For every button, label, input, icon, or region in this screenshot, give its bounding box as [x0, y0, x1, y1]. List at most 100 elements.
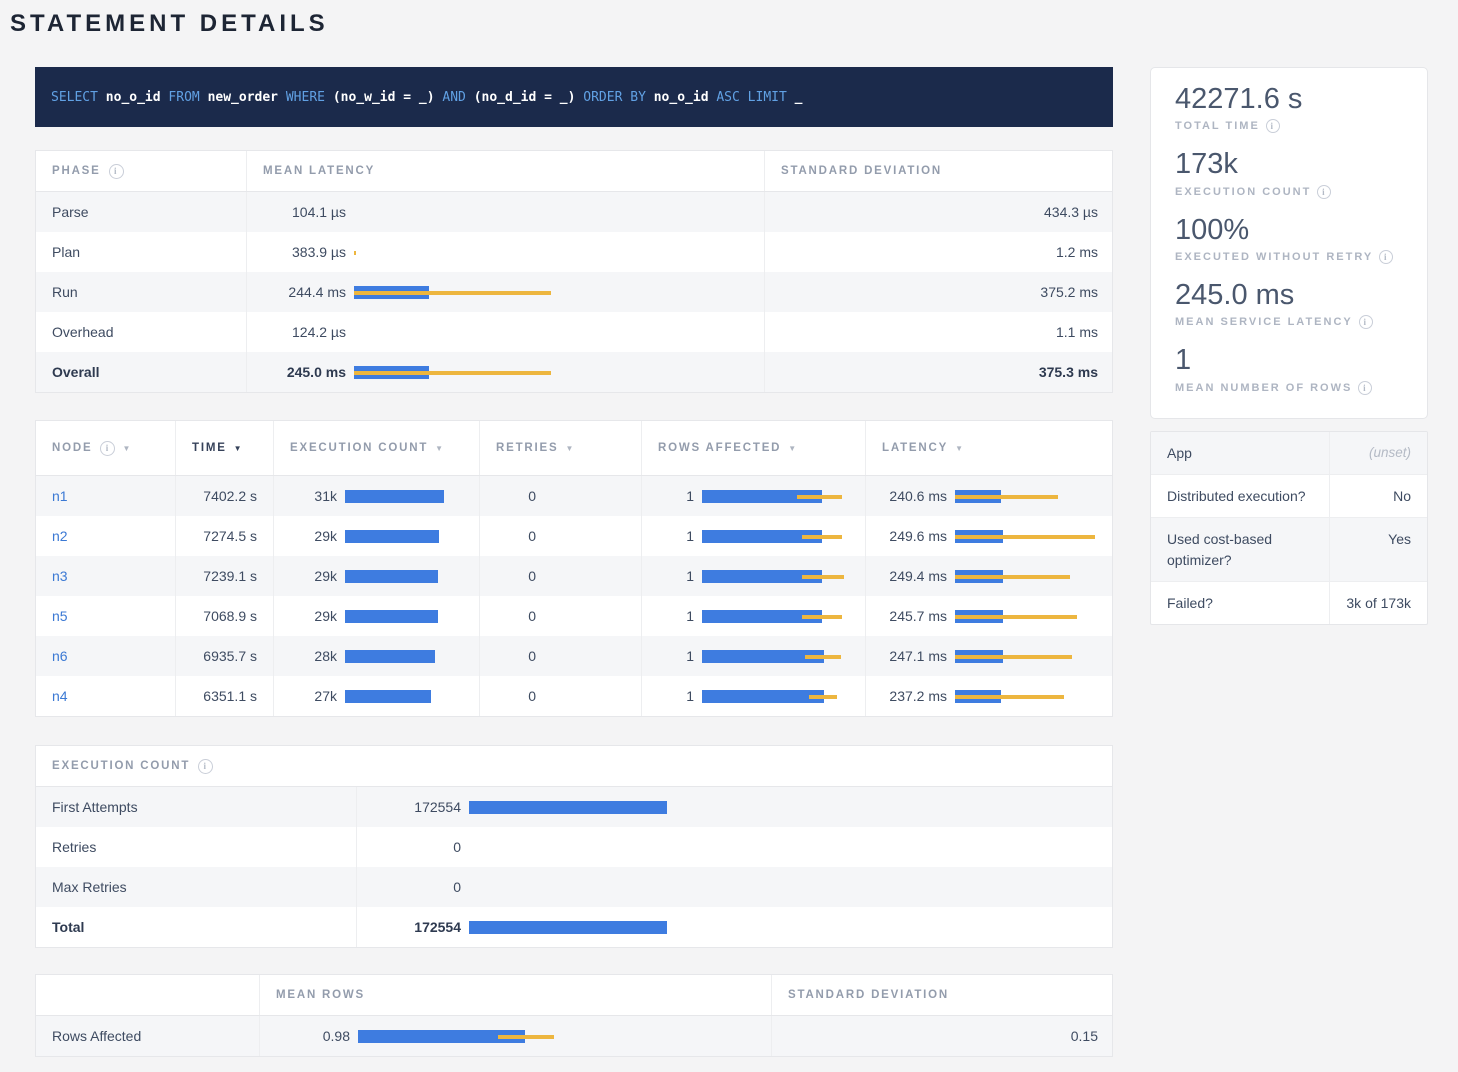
info-icon[interactable]: i — [1379, 250, 1393, 264]
info-icon[interactable]: i — [100, 441, 115, 456]
stddev-header-label: STANDARD DEVIATION — [781, 165, 942, 177]
stddev-header-cell: STANDARD DEVIATION — [771, 975, 1114, 1015]
rows-affected-value: 1 — [658, 648, 694, 664]
layout: SELECT no_o_id FROM new_order WHERE (no_… — [35, 67, 1458, 1057]
stat-execution-count: 173k EXECUTION COUNTi — [1175, 148, 1403, 198]
rows-affected-bar — [702, 649, 855, 663]
execution-count-column-header[interactable]: EXECUTION COUNT▼ — [273, 421, 479, 475]
node-column-header[interactable]: NODEi▼ — [36, 421, 175, 475]
time-column-header[interactable]: TIME▼ — [175, 421, 273, 475]
sql-token: new_order — [208, 90, 286, 105]
info-icon[interactable]: i — [1358, 381, 1372, 395]
node-table-header: NODEi▼ TIME▼ EXECUTION COUNT▼ RETRIES▼ R… — [36, 421, 1112, 476]
phase-header-label: PHASE — [52, 165, 101, 177]
sql-token: ASC LIMIT — [716, 90, 794, 105]
stat-mean-number-of-rows: 1 MEAN NUMBER OF ROWSi — [1175, 344, 1403, 394]
rows-affected-column-header[interactable]: ROWS AFFECTED▼ — [641, 421, 865, 475]
stat-mean-service-latency: 245.0 ms MEAN SERVICE LATENCYi — [1175, 279, 1403, 329]
exec-row-label: Retries — [36, 827, 356, 867]
latency-bar — [955, 529, 1104, 543]
node-link[interactable]: n2 — [52, 528, 68, 544]
execution-count-title: EXECUTION COUNT — [52, 760, 190, 772]
exec-row-label: Total — [36, 907, 356, 947]
latency-bar — [354, 365, 748, 379]
execution-count-value: 31k — [290, 488, 337, 504]
stddev-value: 1.2 ms — [764, 232, 1114, 272]
node-link[interactable]: n6 — [52, 648, 68, 664]
mean-latency-value: 244.4 ms — [263, 284, 346, 300]
mean-rows-value: 0.98 — [276, 1028, 350, 1044]
attribute-value: No — [1329, 475, 1427, 517]
node-link[interactable]: n1 — [52, 488, 68, 504]
rows-affected-value: 1 — [658, 488, 694, 504]
exec-row-value: 0 — [373, 879, 461, 895]
exec-row-value: 172554 — [373, 799, 461, 815]
retries-column-header[interactable]: RETRIES▼ — [479, 421, 641, 475]
latency-bar — [955, 489, 1104, 503]
table-row: n5 7068.9 s 29k 0 1 245.7 ms — [36, 596, 1112, 636]
node-link[interactable]: n3 — [52, 568, 68, 584]
rows-affected-bar — [702, 609, 855, 623]
table-row: Plan 383.9 µs 1.2 ms — [36, 232, 1112, 272]
stat-label: EXECUTED WITHOUT RETRYi — [1175, 250, 1403, 264]
phase-name: Run — [36, 272, 246, 312]
sort-arrow-icon: ▼ — [435, 444, 445, 453]
attribute-value: 3k of 173k — [1329, 582, 1427, 624]
rows-affected-table-header: MEAN ROWS STANDARD DEVIATION — [36, 975, 1112, 1016]
table-row: Run 244.4 ms 375.2 ms — [36, 272, 1112, 312]
sort-arrow-icon: ▼ — [122, 444, 132, 453]
rows-affected-value: 1 — [658, 688, 694, 704]
table-row: n3 7239.1 s 29k 0 1 249.4 ms — [36, 556, 1112, 596]
info-icon[interactable]: i — [1359, 315, 1373, 329]
attribute-label: App — [1151, 432, 1329, 474]
execution-count-bar — [345, 489, 469, 503]
sort-arrow-icon: ▼ — [234, 444, 244, 453]
stat-value: 245.0 ms — [1175, 279, 1403, 312]
latency-value: 249.6 ms — [866, 528, 947, 544]
rows-affected-bar — [702, 569, 855, 583]
phase-name: Plan — [36, 232, 246, 272]
empty-header-cell — [36, 975, 259, 1015]
stat-label: MEAN NUMBER OF ROWSi — [1175, 381, 1403, 395]
attribute-row-failed: Failed? 3k of 173k — [1151, 581, 1427, 624]
summary-stats-card: 42271.6 s TOTAL TIMEi 173k EXECUTION COU… — [1150, 67, 1428, 419]
execution-count-table: EXECUTION COUNT i First Attempts 172554 R… — [35, 745, 1113, 948]
sql-token: FROM — [168, 90, 207, 105]
sql-token: ORDER BY — [583, 90, 653, 105]
phase-name: Parse — [36, 192, 246, 232]
stat-value: 42271.6 s — [1175, 83, 1403, 116]
execution-count-bar — [345, 689, 469, 703]
info-icon[interactable]: i — [198, 759, 213, 774]
mean-rows-header-cell: MEAN ROWS — [259, 975, 771, 1015]
sql-token: no_o_id — [106, 90, 169, 105]
table-row: n1 7402.2 s 31k 0 1 240.6 ms — [36, 476, 1112, 516]
latency-bar — [354, 205, 748, 219]
time-value: 7068.9 s — [175, 596, 273, 636]
time-value: 6351.1 s — [175, 676, 273, 716]
latency-bar — [354, 325, 748, 339]
phase-table: PHASE i MEAN LATENCY STANDARD DEVIATION P… — [35, 150, 1113, 393]
latency-bar — [354, 245, 748, 259]
stddev-value: 375.2 ms — [764, 272, 1114, 312]
node-link[interactable]: n4 — [52, 688, 68, 704]
stat-label: TOTAL TIMEi — [1175, 119, 1403, 133]
table-row: First Attempts 172554 — [36, 787, 1112, 827]
retries-value: 0 — [496, 648, 536, 664]
retries-value: 0 — [496, 528, 536, 544]
node-link[interactable]: n5 — [52, 608, 68, 624]
latency-bar — [955, 609, 1104, 623]
info-icon[interactable]: i — [1266, 119, 1280, 133]
info-icon[interactable]: i — [1317, 185, 1331, 199]
mean-latency-header-cell: MEAN LATENCY — [246, 151, 764, 191]
info-icon[interactable]: i — [109, 164, 124, 179]
attribute-row-app: App (unset) — [1151, 432, 1427, 474]
phase-header-cell: PHASE i — [36, 151, 246, 191]
rows-affected-value: 1 — [658, 568, 694, 584]
latency-value: 240.6 ms — [866, 488, 947, 504]
table-row: Parse 104.1 µs 434.3 µs — [36, 192, 1112, 232]
mean-latency-value: 104.1 µs — [263, 204, 346, 220]
sql-token: SELECT — [51, 90, 106, 105]
mean-latency-header-label: MEAN LATENCY — [263, 165, 375, 177]
rows-affected-value: 1 — [658, 608, 694, 624]
latency-column-header[interactable]: LATENCY▼ — [865, 421, 1114, 475]
